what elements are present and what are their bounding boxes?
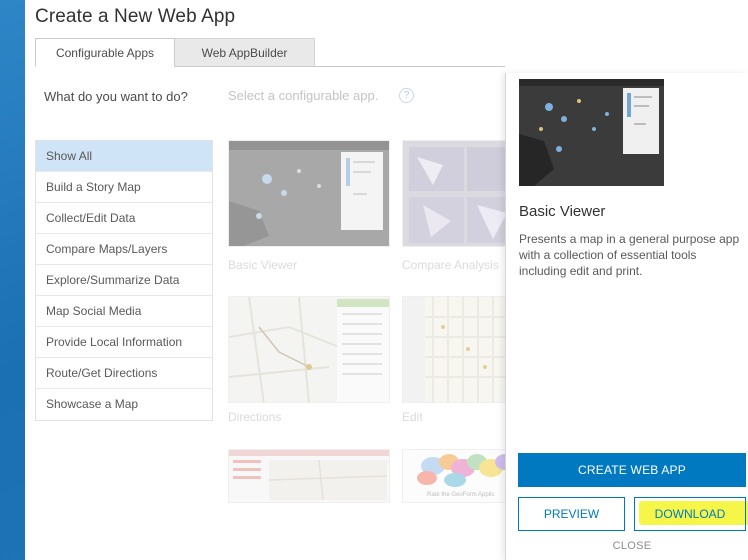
close-button[interactable]: CLOSE [518, 540, 746, 560]
filter-explore-summarize-data[interactable]: Explore/Summarize Data [36, 265, 212, 296]
thumbnail-caption: Rate the GeoForm Applic [427, 492, 495, 498]
app-thumbnail: Rate the GeoForm Applic [402, 449, 505, 503]
download-button-label: DOWNLOAD [654, 507, 726, 521]
app-card-name: Basic Viewer [228, 258, 298, 272]
dialog-title: Create a New Web App [35, 6, 236, 27]
app-thumbnail [228, 140, 390, 247]
filter-collect-edit-data[interactable]: Collect/Edit Data [36, 203, 212, 234]
preview-button[interactable]: PREVIEW [518, 497, 625, 531]
app-thumbnail [228, 296, 390, 403]
app-card-name: Edit [402, 410, 423, 424]
filter-showcase-map[interactable]: Showcase a Map [36, 389, 212, 420]
filter-route-get-directions[interactable]: Route/Get Directions [36, 358, 212, 389]
detail-thumbnail [519, 79, 664, 186]
filter-question: What do you want to do? [44, 89, 188, 104]
filter-compare-maps-layers[interactable]: Compare Maps/Layers [36, 234, 212, 265]
app-card-name: Directions [228, 410, 282, 424]
app-card-name: Compare Analysis [402, 258, 499, 272]
tab-web-appbuilder[interactable]: Web AppBuilder [175, 38, 315, 67]
app-card-edit[interactable]: Edit [402, 296, 505, 426]
gallery-prompt: Select a configurable app. [228, 88, 379, 103]
filter-show-all[interactable]: Show All [36, 141, 212, 172]
create-web-app-dialog: Create a New Web App Configurable Apps W… [25, 0, 748, 560]
app-detail-panel: Basic Viewer Presents a map in a general… [505, 73, 748, 560]
filter-build-story-map[interactable]: Build a Story Map [36, 172, 212, 203]
detail-title: Basic Viewer [519, 203, 606, 220]
filter-list: Show All Build a Story Map Collect/Edit … [35, 140, 213, 421]
app-thumbnail [228, 449, 390, 503]
filter-provide-local-information[interactable]: Provide Local Information [36, 327, 212, 358]
download-button[interactable]: DOWNLOAD [634, 497, 746, 531]
detail-description: Presents a map in a general purpose app … [519, 232, 740, 278]
app-card-compare-analysis[interactable]: Compare Analysis [402, 140, 505, 280]
filter-map-social-media[interactable]: Map Social Media [36, 296, 212, 327]
app-thumbnail [402, 140, 505, 247]
app-card-geoform[interactable]: Rate the GeoForm Applic [402, 449, 505, 503]
create-web-app-button[interactable]: CREATE WEB APP [518, 453, 746, 487]
app-thumbnail [402, 296, 505, 403]
help-circle-icon[interactable]: ? [399, 88, 414, 103]
tab-configurable-apps[interactable]: Configurable Apps [35, 38, 175, 67]
